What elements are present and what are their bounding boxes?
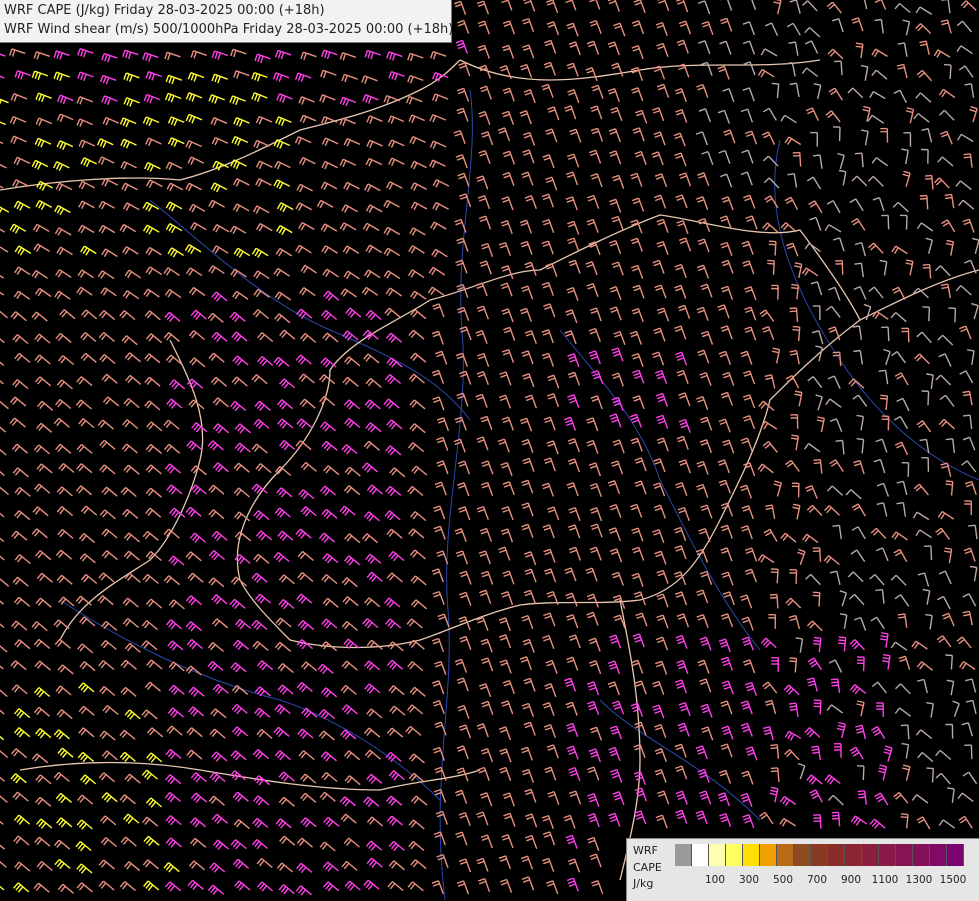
cape-title: WRF CAPE (J/kg) Friday 28-03-2025 00:00 … <box>4 3 325 18</box>
legend-swatch <box>947 844 964 866</box>
legend-swatch <box>896 844 913 866</box>
legend-swatch <box>726 844 743 866</box>
legend-tick: 1500 <box>940 874 967 886</box>
legend-tick: 900 <box>841 874 861 886</box>
legend-variable-label: CAPE <box>633 861 662 874</box>
legend-tick: 1100 <box>872 874 899 886</box>
map-canvas <box>0 0 979 900</box>
legend-color-scale <box>675 844 964 866</box>
legend-unit-label: J/kg <box>633 877 653 890</box>
legend-swatch <box>794 844 811 866</box>
wind-shear-title: WRF Wind shear (m/s) 500/1000hPa Friday … <box>4 22 453 37</box>
cape-legend: WRF CAPE J/kg 100 300 500 700 900 1100 1300 150… <box>626 838 979 901</box>
legend-swatch <box>675 844 692 866</box>
legend-swatch <box>811 844 828 866</box>
legend-swatch <box>760 844 777 866</box>
legend-tick: 500 <box>773 874 793 886</box>
legend-swatch <box>709 844 726 866</box>
legend-swatch <box>845 844 862 866</box>
legend-swatch <box>879 844 896 866</box>
legend-swatch <box>743 844 760 866</box>
legend-model-label: WRF <box>633 844 658 857</box>
legend-tick: 700 <box>807 874 827 886</box>
title-panel: WRF CAPE (J/kg) Friday 28-03-2025 00:00 … <box>0 0 452 43</box>
legend-swatch <box>828 844 845 866</box>
legend-swatch <box>692 844 709 866</box>
legend-swatch <box>930 844 947 866</box>
legend-tick-labels: 100 300 500 700 900 1100 1300 1500 <box>675 874 975 890</box>
legend-tick: 300 <box>739 874 759 886</box>
legend-swatch <box>777 844 794 866</box>
legend-tick: 1300 <box>906 874 933 886</box>
legend-swatch <box>862 844 879 866</box>
legend-tick: 100 <box>705 874 725 886</box>
legend-swatch <box>913 844 930 866</box>
